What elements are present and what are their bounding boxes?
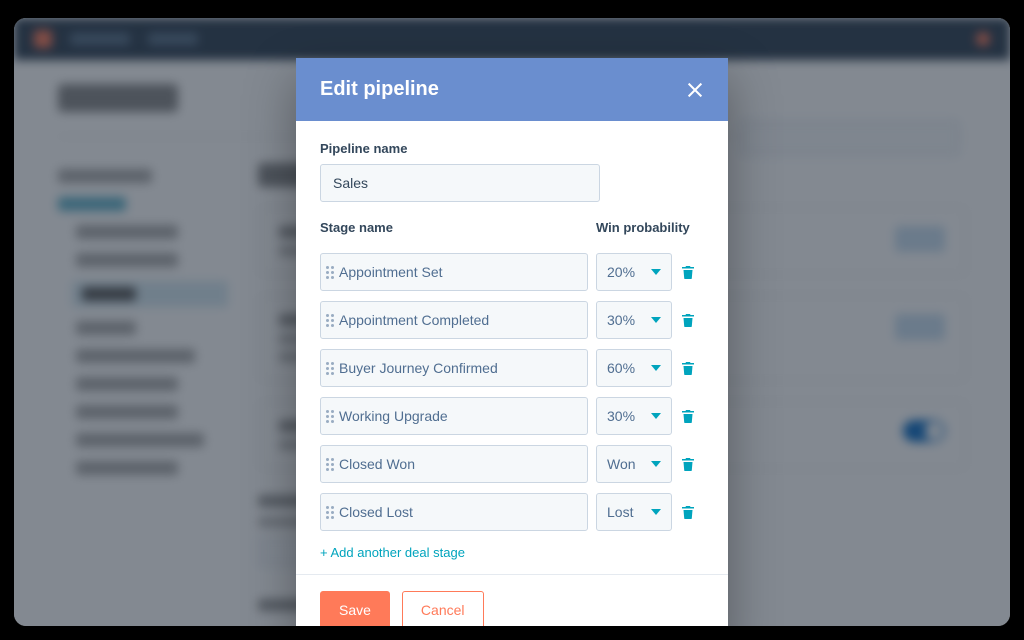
chevron-down-icon <box>651 509 661 515</box>
stage-name-field <box>320 397 588 435</box>
cancel-button[interactable]: Cancel <box>402 591 484 626</box>
drag-handle-icon[interactable] <box>321 458 339 471</box>
drag-handle-icon[interactable] <box>321 410 339 423</box>
win-probability-value: 60% <box>607 360 635 376</box>
stage-row: 60% <box>320 349 704 387</box>
chevron-down-icon <box>651 269 661 275</box>
stage-name-input[interactable] <box>339 494 587 530</box>
win-probability-value: Won <box>607 456 636 472</box>
modal-footer: Save Cancel <box>296 574 728 626</box>
chevron-down-icon <box>651 365 661 371</box>
app-window: Edit pipeline Pipeline name Stage name W… <box>14 18 1010 626</box>
close-icon[interactable] <box>686 81 704 99</box>
win-probability-value: Lost <box>607 504 633 520</box>
stage-row: Won <box>320 445 704 483</box>
stage-name-input[interactable] <box>339 446 587 482</box>
stage-name-field <box>320 253 588 291</box>
delete-stage-icon[interactable] <box>680 408 696 424</box>
stage-row: 30% <box>320 301 704 339</box>
win-probability-column-label: Win probability <box>596 220 704 235</box>
device-frame: Edit pipeline Pipeline name Stage name W… <box>0 0 1024 640</box>
win-probability-value: 20% <box>607 264 635 280</box>
stage-row: 20% <box>320 253 704 291</box>
win-probability-select[interactable]: 60% <box>596 349 672 387</box>
modal-overlay: Edit pipeline Pipeline name Stage name W… <box>14 18 1010 626</box>
pipeline-name-label: Pipeline name <box>320 141 704 156</box>
modal-title: Edit pipeline <box>320 78 439 101</box>
win-probability-select[interactable]: 30% <box>596 301 672 339</box>
stage-name-field <box>320 493 588 531</box>
win-probability-value: 30% <box>607 312 635 328</box>
win-probability-select[interactable]: Lost <box>596 493 672 531</box>
drag-handle-icon[interactable] <box>321 362 339 375</box>
delete-stage-icon[interactable] <box>680 504 696 520</box>
stage-name-column-label: Stage name <box>320 220 596 235</box>
win-probability-select[interactable]: Won <box>596 445 672 483</box>
modal-header: Edit pipeline <box>296 58 728 121</box>
stage-name-input[interactable] <box>339 254 587 290</box>
delete-stage-icon[interactable] <box>680 264 696 280</box>
add-stage-link[interactable]: + Add another deal stage <box>320 545 465 560</box>
chevron-down-icon <box>651 317 661 323</box>
stage-name-input[interactable] <box>339 302 587 338</box>
stage-name-field <box>320 301 588 339</box>
stage-rows-container: 20% 30% 60% 30% Won Lost <box>320 253 704 531</box>
drag-handle-icon[interactable] <box>321 266 339 279</box>
stage-name-input[interactable] <box>339 350 587 386</box>
stage-name-input[interactable] <box>339 398 587 434</box>
delete-stage-icon[interactable] <box>680 360 696 376</box>
stage-name-field <box>320 445 588 483</box>
stage-row: 30% <box>320 397 704 435</box>
edit-pipeline-modal: Edit pipeline Pipeline name Stage name W… <box>296 58 728 626</box>
stage-name-field <box>320 349 588 387</box>
chevron-down-icon <box>651 413 661 419</box>
drag-handle-icon[interactable] <box>321 506 339 519</box>
pipeline-name-input[interactable] <box>320 164 600 202</box>
save-button[interactable]: Save <box>320 591 390 626</box>
delete-stage-icon[interactable] <box>680 312 696 328</box>
win-probability-value: 30% <box>607 408 635 424</box>
win-probability-select[interactable]: 30% <box>596 397 672 435</box>
chevron-down-icon <box>651 461 661 467</box>
modal-body: Pipeline name Stage name Win probability… <box>296 121 728 574</box>
delete-stage-icon[interactable] <box>680 456 696 472</box>
win-probability-select[interactable]: 20% <box>596 253 672 291</box>
stage-row: Lost <box>320 493 704 531</box>
drag-handle-icon[interactable] <box>321 314 339 327</box>
